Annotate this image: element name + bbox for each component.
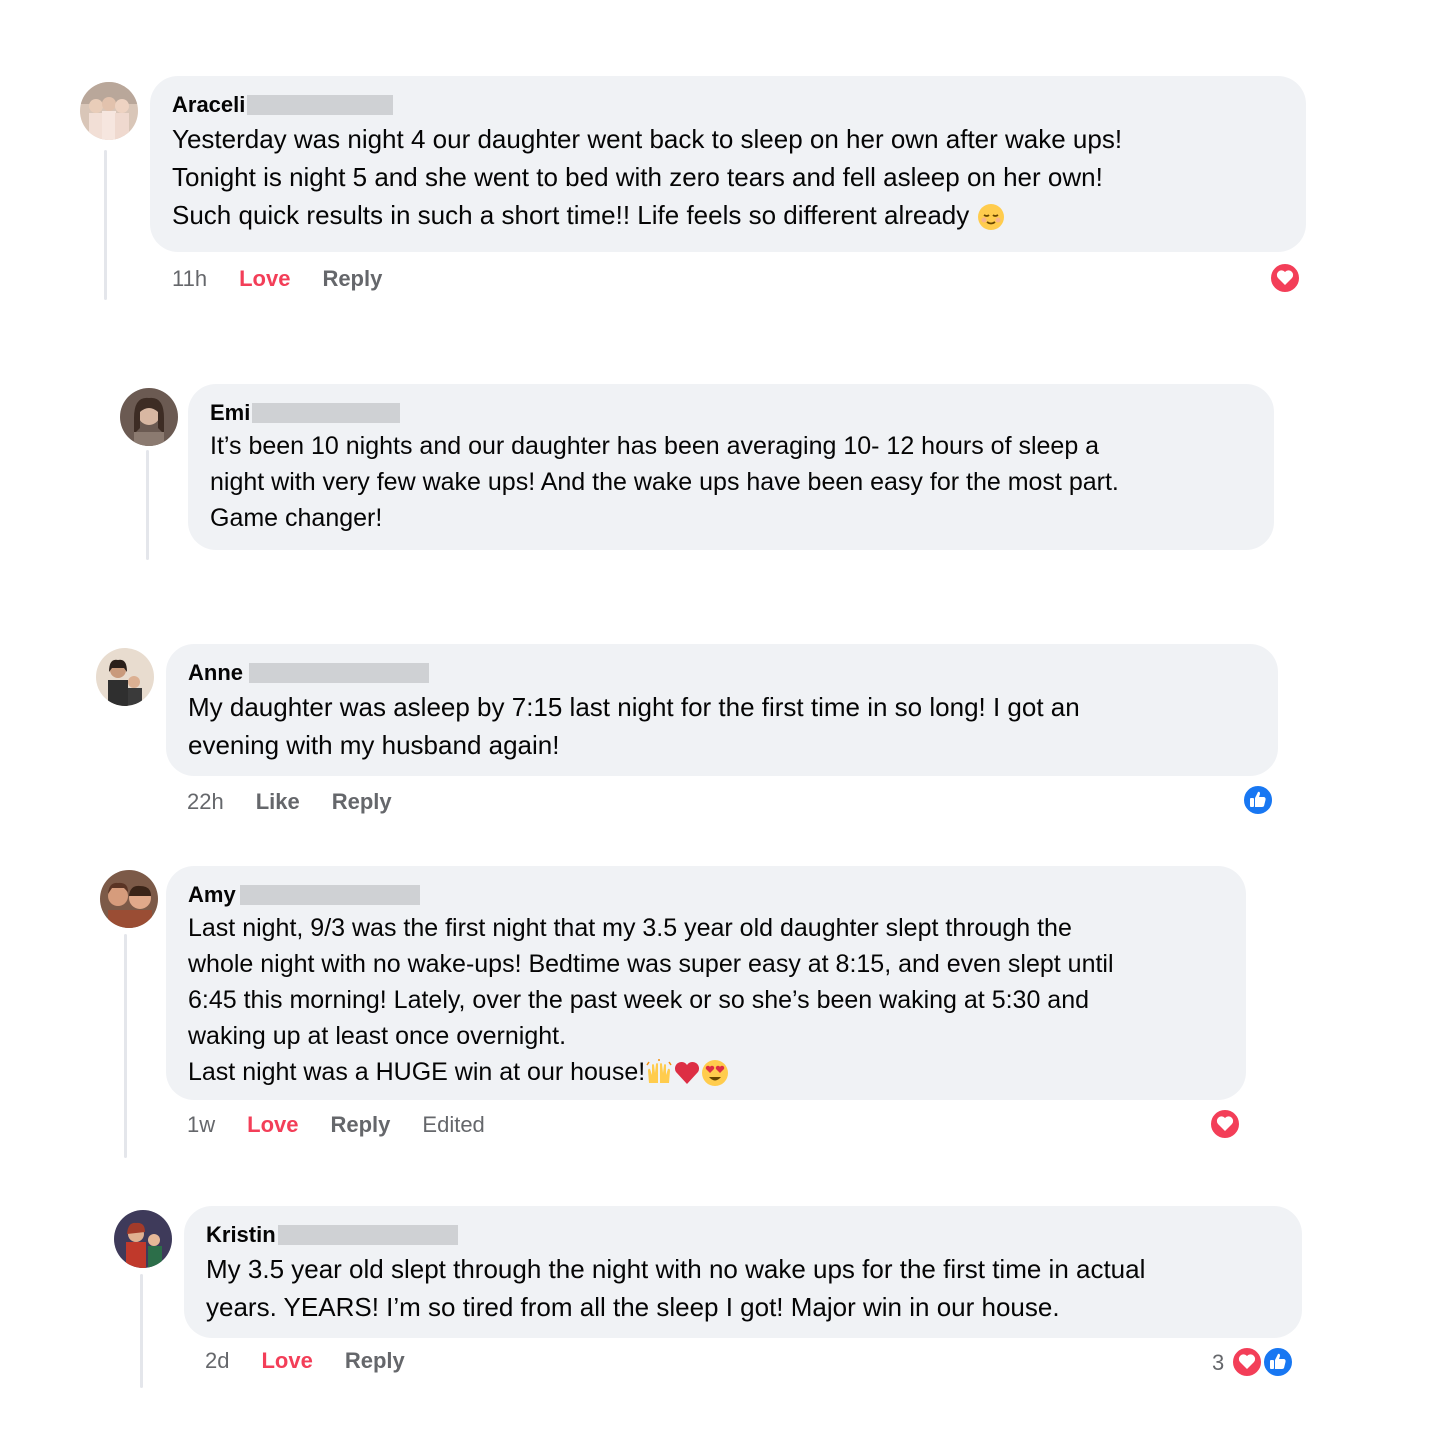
- red-heart-icon: [673, 1059, 701, 1087]
- redaction-bar: [249, 663, 429, 683]
- comment-actions: 1w Love Reply Edited: [187, 1110, 517, 1140]
- timestamp[interactable]: 22h: [187, 789, 224, 815]
- avatar[interactable]: [120, 388, 178, 446]
- comment-text: My daughter was asleep by 7:15 last nigh…: [188, 692, 1080, 760]
- like-reaction-icon[interactable]: [1262, 1346, 1294, 1378]
- redaction-bar: [239, 885, 420, 905]
- love-reaction-icon[interactable]: [1269, 262, 1301, 294]
- love-reaction-icon[interactable]: [1209, 1108, 1241, 1140]
- like-button[interactable]: Like: [256, 789, 300, 815]
- reply-button[interactable]: Reply: [322, 266, 382, 292]
- comment-bubble: Anne My daughter was asleep by 7:15 last…: [166, 644, 1278, 776]
- relieved-face-icon: [977, 203, 1005, 231]
- love-reaction-icon[interactable]: [1231, 1346, 1263, 1378]
- redaction-bar: [247, 95, 394, 115]
- thread-line: [104, 150, 107, 300]
- commenter-name[interactable]: Emi: [210, 400, 250, 426]
- reply-button[interactable]: Reply: [332, 789, 392, 815]
- love-button[interactable]: Love: [247, 1112, 298, 1138]
- comment-bubble: Araceli Yesterday was night 4 our daught…: [150, 76, 1306, 252]
- thread-line: [140, 1274, 143, 1388]
- edited-label: Edited: [422, 1112, 485, 1137]
- reply-button[interactable]: Reply: [330, 1112, 390, 1138]
- comment-text: Last night, 9/3 was the first night that…: [188, 914, 1114, 1087]
- commenter-name[interactable]: Amy: [188, 882, 236, 908]
- avatar[interactable]: [96, 648, 154, 706]
- avatar[interactable]: [114, 1210, 172, 1268]
- comment-actions: 2d Love Reply: [205, 1346, 437, 1376]
- reaction-count[interactable]: 3: [1212, 1350, 1224, 1376]
- heart-eyes-icon: [701, 1059, 729, 1087]
- timestamp[interactable]: 11h: [172, 266, 207, 292]
- redaction-bar: [277, 1225, 458, 1245]
- avatar[interactable]: [100, 870, 158, 928]
- comment-text: Yesterday was night 4 our daughter went …: [172, 124, 1123, 231]
- love-button[interactable]: Love: [261, 1348, 312, 1374]
- comment-bubble: Amy Last night, 9/3 was the first night …: [166, 866, 1246, 1100]
- like-reaction-icon[interactable]: [1242, 784, 1274, 816]
- timestamp[interactable]: 1w: [187, 1112, 215, 1138]
- comment-text: It’s been 10 nights and our daughter has…: [210, 432, 1119, 532]
- commenter-name[interactable]: Araceli: [172, 92, 245, 118]
- love-button[interactable]: Love: [239, 266, 290, 292]
- comment-bubble: Kristin My 3.5 year old slept through th…: [184, 1206, 1302, 1338]
- thread-line: [146, 450, 149, 560]
- commenter-name[interactable]: Anne: [188, 660, 243, 686]
- comment-actions: 11h Love Reply: [172, 264, 414, 294]
- avatar[interactable]: [80, 82, 138, 140]
- raising-hands-icon: [645, 1059, 673, 1087]
- comment-bubble: Emi It’s been 10 nights and our daughter…: [188, 384, 1274, 550]
- comment-text: My 3.5 year old slept through the night …: [206, 1254, 1146, 1322]
- commenter-name[interactable]: Kristin: [206, 1222, 276, 1248]
- redaction-bar: [252, 403, 401, 423]
- thread-line: [124, 934, 127, 1158]
- timestamp[interactable]: 2d: [205, 1348, 229, 1374]
- reply-button[interactable]: Reply: [345, 1348, 405, 1374]
- comment-actions: 22h Like Reply: [187, 787, 424, 817]
